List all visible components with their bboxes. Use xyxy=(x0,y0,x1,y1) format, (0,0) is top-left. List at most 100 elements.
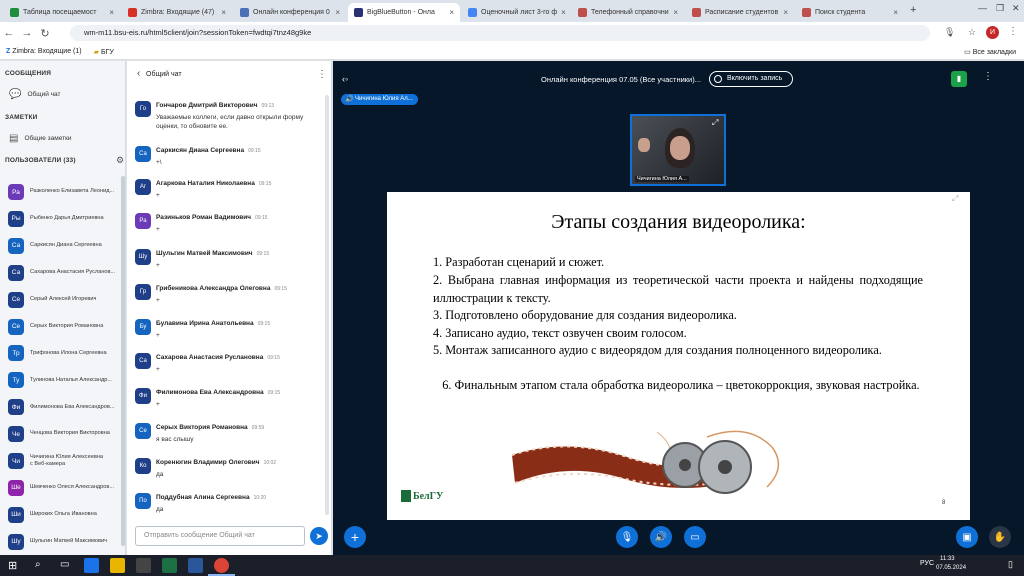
public-chat-item[interactable]: 💬 Общий чат xyxy=(9,89,60,100)
browser-tab[interactable]: Расписание студентов × xyxy=(686,3,794,22)
user-avatar: Тр xyxy=(8,345,24,362)
mic-icon[interactable]: 🎙 xyxy=(944,27,955,38)
tab-close-icon[interactable]: × xyxy=(449,8,454,17)
clock-date[interactable]: 07.05.2024 xyxy=(936,565,966,571)
message-time: 09:59 xyxy=(251,425,265,431)
options-icon[interactable]: ⋮ xyxy=(983,71,993,82)
users-sidebar: СООБЩЕНИЯ 💬 Общий чат ЗАМЕТКИ ▤ Общие за… xyxy=(0,61,126,555)
message-author: Саркисян Диана Сергеевна 09:15 xyxy=(156,147,261,154)
chrome-icon[interactable] xyxy=(214,558,229,573)
minimize-icon[interactable]: — xyxy=(978,3,987,13)
chat-input[interactable]: Отправить сообщение Общий чат xyxy=(135,526,305,546)
tab-favicon-icon xyxy=(692,8,701,17)
explorer-icon[interactable] xyxy=(110,558,125,573)
browser-tab[interactable]: Zimbra: Входящие (47) × xyxy=(122,3,232,22)
presentation-button[interactable]: ▣ xyxy=(956,526,978,548)
profile-avatar[interactable]: И xyxy=(986,26,999,39)
browser-tab[interactable]: Онлайн конференция 0 × xyxy=(234,3,346,22)
reel-left-hub xyxy=(679,459,691,471)
user-list-item[interactable]: Ше Шевченко Олеся Александров... xyxy=(8,479,122,496)
browser-tab[interactable]: Оценочный лист 3-го ф × xyxy=(462,3,570,22)
back-icon[interactable]: ← xyxy=(0,27,18,39)
maximize-icon[interactable]: ❐ xyxy=(996,3,1004,14)
user-name: Широких Ольга Ивановна xyxy=(30,511,97,518)
forward-icon[interactable]: → xyxy=(18,27,36,39)
message-avatar: По xyxy=(135,493,151,509)
message-author-name: Поддубная Алина Сергеевна xyxy=(156,494,250,501)
fullscreen-icon[interactable]: ⤢ xyxy=(952,194,958,204)
user-list-item[interactable]: Фи Филимонова Ева Александров... xyxy=(8,399,122,416)
windows-start-icon[interactable]: ⊞ xyxy=(8,559,17,572)
store-icon[interactable] xyxy=(136,558,151,573)
user-list-item[interactable]: Са Сахарова Анастасия Русланов... xyxy=(8,264,122,281)
chat-scrollbar[interactable] xyxy=(325,95,329,515)
presentation-slide: ⤢ Этапы создания видеоролика: 1. Разрабо… xyxy=(387,192,970,520)
mute-button[interactable]: 🎙 xyxy=(616,526,638,548)
user-list-item[interactable]: Тр Трифонова Илона Сергеевна xyxy=(8,345,122,362)
webcam-label: Чичигина Юлия А... xyxy=(635,176,689,182)
tab-close-icon[interactable]: × xyxy=(109,8,114,17)
webcam-video[interactable]: ⤢ Чичигина Юлия А... xyxy=(630,114,726,186)
gear-icon[interactable]: ⚙ xyxy=(116,155,124,166)
address-toolbar: ← → ↻ wm-m11.bsu-eis.ru/html5client/join… xyxy=(0,22,1024,44)
user-list-item[interactable]: Се Серых Виктория Романовна xyxy=(8,318,122,335)
user-name: Разколенко Елизавета Леонид... xyxy=(30,188,115,195)
url-bar[interactable]: wm-m11.bsu-eis.ru/html5client/join?sessi… xyxy=(70,25,930,41)
user-list-item[interactable]: Ры Рыбенко Дарья Дмитриевна xyxy=(8,210,122,227)
word-icon[interactable] xyxy=(188,558,203,573)
browser-tab[interactable]: BigBlueButton - Онла × xyxy=(348,3,460,22)
star-icon[interactable]: ☆ xyxy=(968,27,976,38)
user-list-item[interactable]: Ту Тулинова Наталья Александр... xyxy=(8,372,122,389)
user-list-item[interactable]: Ши Широких Ольга Ивановна xyxy=(8,506,122,523)
task-view-icon[interactable]: ▭ xyxy=(60,559,69,570)
bookmark-zimbra[interactable]: Z Zimbra: Входящие (1) xyxy=(6,48,82,55)
send-button[interactable]: ➤ xyxy=(310,527,328,545)
tab-close-icon[interactable]: × xyxy=(673,8,678,17)
reload-icon[interactable]: ↻ xyxy=(36,27,54,40)
shared-notes-item[interactable]: ▤ Общие заметки xyxy=(9,133,72,144)
user-list-item[interactable]: Ра Разколенко Елизавета Леонид... xyxy=(8,184,122,200)
browser-tab[interactable]: Таблица посещаемост × xyxy=(4,3,120,22)
chevron-left-icon[interactable]: ‹ xyxy=(137,68,140,79)
tab-close-icon[interactable]: × xyxy=(335,8,340,17)
raise-hand-button[interactable]: ✋ xyxy=(989,526,1011,548)
connection-status-icon[interactable]: ▮ xyxy=(951,71,967,87)
message-author-name: Филимонова Ева Александровна xyxy=(156,389,264,396)
collapse-chevron-icon[interactable]: ‹◦ xyxy=(342,74,348,84)
slide-page-number: 8 xyxy=(942,500,946,506)
new-tab-button[interactable]: + xyxy=(910,4,916,16)
all-bookmarks[interactable]: ▭ Все закладки xyxy=(964,48,1016,56)
chat-options-icon[interactable]: ⋮ xyxy=(317,69,327,80)
user-list-item[interactable]: Са Саркисян Диана Сергеевна xyxy=(8,237,122,254)
browser-tab[interactable]: Телефонный справочни × xyxy=(572,3,684,22)
tab-close-icon[interactable]: × xyxy=(561,8,566,17)
headphones-icon: 🔊 xyxy=(654,531,668,543)
tab-close-icon[interactable]: × xyxy=(783,8,788,17)
menu-kebab-icon[interactable]: ⋮ xyxy=(1008,26,1018,37)
notifications-icon[interactable]: ▯ xyxy=(1008,559,1013,570)
tab-close-icon[interactable]: × xyxy=(221,8,226,17)
clock-time[interactable]: 11:33 xyxy=(940,556,955,562)
bookmark-bgu[interactable]: ▰ БГУ xyxy=(94,48,114,56)
message-author: Гончаров Дмитрий Викторович 09:13 xyxy=(156,102,274,109)
camera-button[interactable]: ▭ xyxy=(684,526,706,548)
user-list-item[interactable]: Се Серый Алексей Игоревич xyxy=(8,291,122,308)
tab-favicon-icon xyxy=(10,8,19,17)
audio-button[interactable]: 🔊 xyxy=(650,526,672,548)
close-window-icon[interactable]: ✕ xyxy=(1012,3,1020,14)
edge-icon[interactable] xyxy=(84,558,99,573)
language-indicator[interactable]: РУС xyxy=(920,560,934,567)
browser-tab[interactable]: Поиск студента × xyxy=(796,3,904,22)
user-list-item[interactable]: Чи Чичигина Юлия Алексеевна с Веб-камера xyxy=(8,453,122,469)
record-button[interactable]: Включить запись xyxy=(709,71,793,87)
user-list-item[interactable]: Шу Шульгин Матвей Максимович xyxy=(8,533,122,550)
user-name-block: Разколенко Елизавета Леонид... xyxy=(30,188,122,195)
user-list-item[interactable]: Че Ченцова Виктория Викторовна xyxy=(8,426,122,443)
message-author-name: Коренюгин Владимир Олегович xyxy=(156,459,260,466)
expand-icon[interactable]: ⤢ xyxy=(712,118,718,128)
presentation-icon: ▣ xyxy=(962,531,972,543)
excel-icon[interactable] xyxy=(162,558,177,573)
actions-plus-button[interactable]: + xyxy=(344,526,366,548)
search-icon[interactable]: ⌕ xyxy=(35,559,41,570)
tab-close-icon[interactable]: × xyxy=(893,8,898,17)
